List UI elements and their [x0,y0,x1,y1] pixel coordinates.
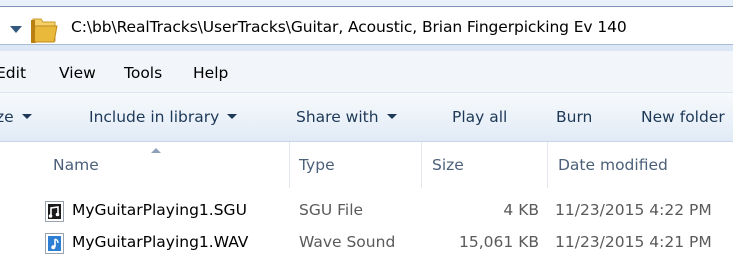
chevron-down-icon [227,114,238,119]
file-name: MyGuitarPlaying1.WAV [72,233,249,251]
file-type: Wave Sound [299,233,396,251]
column-header-type[interactable]: Type [299,156,335,174]
organize-button[interactable]: ze [0,108,32,126]
menu-edit[interactable]: Edit [0,64,26,82]
sort-ascending-icon [151,148,161,153]
folder-icon [31,18,58,43]
file-size: 4 KB [503,201,539,219]
column-divider[interactable] [289,142,290,188]
column-header-name[interactable]: Name [53,156,99,174]
include-in-library-label: Include in library [89,108,220,126]
column-divider[interactable] [421,142,422,188]
sgu-file-icon [45,201,64,222]
include-in-library-button[interactable]: Include in library [89,108,238,126]
column-divider[interactable] [547,142,548,188]
organize-label: ze [0,108,14,126]
share-with-label: Share with [296,108,379,126]
menu-bar: Edit View Tools Help [0,51,733,93]
share-with-button[interactable]: Share with [296,108,397,126]
file-row[interactable]: MyGuitarPlaying1.WAV Wave Sound 15,061 K… [0,230,733,257]
file-date-modified: 11/23/2015 4:22 PM [555,201,712,219]
address-path[interactable]: C:\bb\RealTracks\UserTracks\Guitar, Acou… [71,18,627,36]
file-date-modified: 11/23/2015 4:21 PM [555,233,712,251]
burn-button[interactable]: Burn [556,108,592,126]
menu-tools[interactable]: Tools [124,64,162,82]
file-size: 15,061 KB [459,233,539,251]
file-row[interactable]: MyGuitarPlaying1.SGU SGU File 4 KB 11/23… [0,198,733,225]
address-bar-row: C:\bb\RealTracks\UserTracks\Guitar, Acou… [0,0,733,51]
column-header-size[interactable]: Size [432,156,464,174]
menu-help[interactable]: Help [193,64,228,82]
wave-sound-icon [45,233,64,254]
chevron-down-icon [386,114,397,119]
menu-view[interactable]: View [59,64,96,82]
play-all-button[interactable]: Play all [452,108,507,126]
column-headers: Name Type Size Date modified [0,142,733,188]
new-folder-button[interactable]: New folder [641,108,725,126]
command-bar: ze Include in library Share with Play al… [0,93,733,142]
file-type: SGU File [299,201,364,219]
column-header-date-modified[interactable]: Date modified [558,156,668,174]
file-name: MyGuitarPlaying1.SGU [72,201,247,219]
address-bar[interactable]: C:\bb\RealTracks\UserTracks\Guitar, Acou… [0,6,733,45]
dropdown-arrow-icon[interactable] [10,26,22,33]
chevron-down-icon [21,114,32,119]
